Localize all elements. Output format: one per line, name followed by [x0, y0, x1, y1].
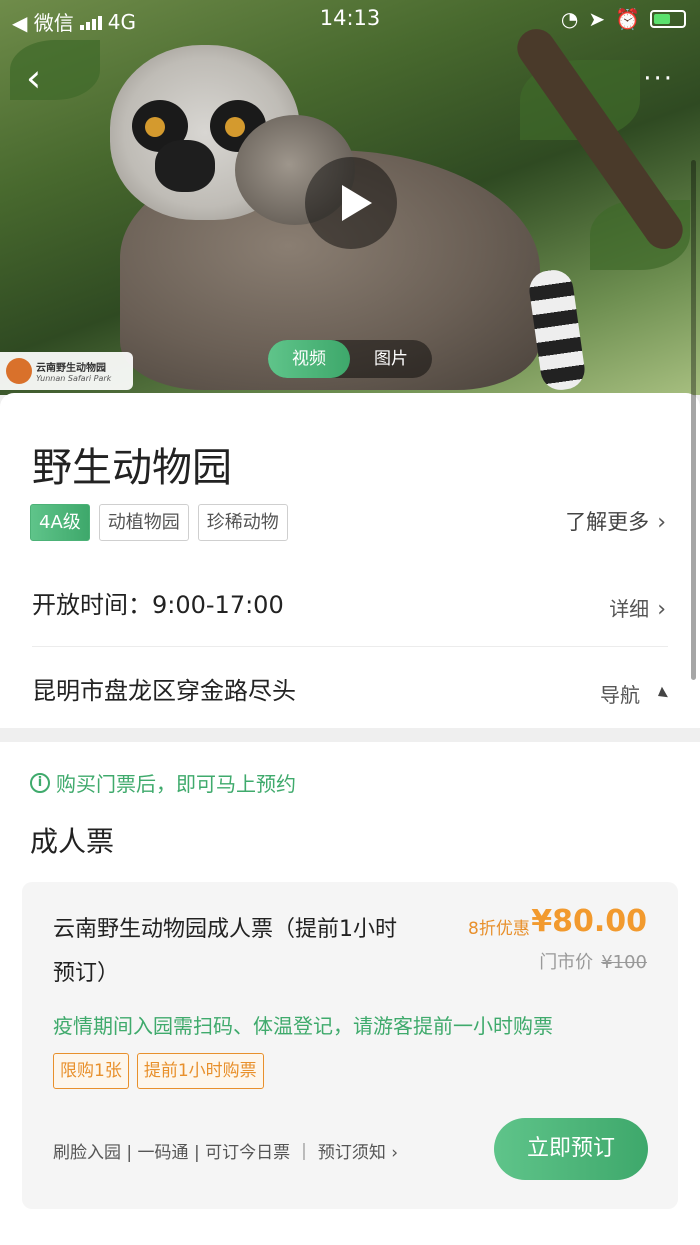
- address: 昆明市盘龙区穿金路尽头: [32, 677, 296, 705]
- lemur-tail: [526, 267, 588, 393]
- navigate-label: 导航: [600, 683, 640, 707]
- category-tag: 动植物园: [98, 504, 189, 541]
- market-price-label: 门市价: [539, 952, 594, 973]
- park-logo: 云南野生动物园 Yunnan Safari Park: [0, 352, 133, 390]
- lemur-snout: [155, 140, 215, 192]
- ticket-price: ¥80.00: [531, 904, 647, 939]
- purchase-limits: 限购1张 提前1小时购票: [53, 1053, 264, 1089]
- opening-hours: 开放时间：9:00-17:00: [32, 591, 284, 619]
- learn-more-link[interactable]: 了解更多 ›: [565, 506, 666, 536]
- book-now-button[interactable]: 立即预订: [494, 1118, 648, 1180]
- info-icon: i: [30, 772, 50, 793]
- play-icon[interactable]: [305, 157, 397, 249]
- section-title: 成人票: [30, 825, 115, 858]
- booking-notice: i 购买门票后，即可马上预约: [30, 768, 296, 797]
- chevron-right-icon: ›: [657, 597, 666, 622]
- ticket-notice: 疫情期间入园需扫码、体温登记，请游客提前一小时购票: [53, 1014, 553, 1038]
- alarm-icon: ⏰: [615, 7, 640, 31]
- logo-cn: 云南野生动物园: [36, 363, 106, 374]
- market-price-value: ¥100: [601, 952, 647, 973]
- limit-badge: 限购1张: [53, 1053, 129, 1089]
- chevron-right-icon: ›: [657, 510, 666, 535]
- category-tag: 珍稀动物: [197, 504, 288, 541]
- eye: [145, 117, 165, 137]
- learn-more-label: 了解更多: [565, 510, 650, 534]
- ticket-section: i 购买门票后，即可马上预约 成人票 云南野生动物园成人票（提前1小时预订） 8…: [0, 742, 700, 1245]
- limit-badge: 提前1小时购票: [136, 1053, 264, 1089]
- battery-icon: [650, 10, 686, 28]
- opening-hours-row[interactable]: 开放时间：9:00-17:00 详细 ›: [32, 563, 668, 647]
- navigation-arrow-icon: [648, 686, 668, 706]
- eye: [225, 117, 245, 137]
- logo-en: Yunnan Safari Park: [36, 374, 112, 383]
- discount-label: 8折优惠: [468, 919, 530, 939]
- booking-notice-text: 购买门票后，即可马上预约: [56, 772, 296, 796]
- logo-mark-icon: [6, 358, 32, 384]
- ticket-features[interactable]: 刷脸入园 | 一码通 | 可订今日票 ｜ 预订须知 ›: [53, 1138, 398, 1163]
- status-right: ◔ ➤ ⏰: [561, 7, 686, 31]
- hours-detail-link[interactable]: 详细 ›: [609, 593, 666, 622]
- hours-detail-label: 详细: [609, 597, 650, 621]
- location-icon: ➤: [588, 7, 606, 31]
- info-card: 野生动物园 4A级 动植物园 珍稀动物 了解更多 › 开放时间：9:00-17:0…: [0, 393, 700, 728]
- tab-video[interactable]: 视频: [268, 340, 350, 378]
- market-price: 门市价 ¥100: [539, 948, 647, 974]
- back-button[interactable]: ‹: [26, 58, 66, 98]
- navigate-link[interactable]: 导航: [600, 679, 668, 708]
- status-bar: ◀ 微信 4G 14:13 ◔ ➤ ⏰: [0, 0, 700, 40]
- page-title: 野生动物园: [32, 445, 232, 491]
- tab-photos[interactable]: 图片: [350, 340, 432, 378]
- rotation-lock-icon: ◔: [560, 7, 579, 31]
- media-tabs: 视频 图片: [268, 340, 432, 378]
- tag-list: 4A级 动植物园 珍稀动物: [30, 504, 288, 541]
- ticket-name: 云南野生动物园成人票（提前1小时预订）: [53, 917, 397, 986]
- rating-badge: 4A级: [30, 504, 90, 541]
- scrollbar[interactable]: [691, 160, 696, 680]
- more-button[interactable]: ···: [643, 64, 674, 94]
- ticket-card[interactable]: 云南野生动物园成人票（提前1小时预订） 8折优惠 ¥80.00 门市价 ¥100 …: [22, 882, 678, 1209]
- address-row[interactable]: 昆明市盘龙区穿金路尽头 导航: [32, 649, 668, 733]
